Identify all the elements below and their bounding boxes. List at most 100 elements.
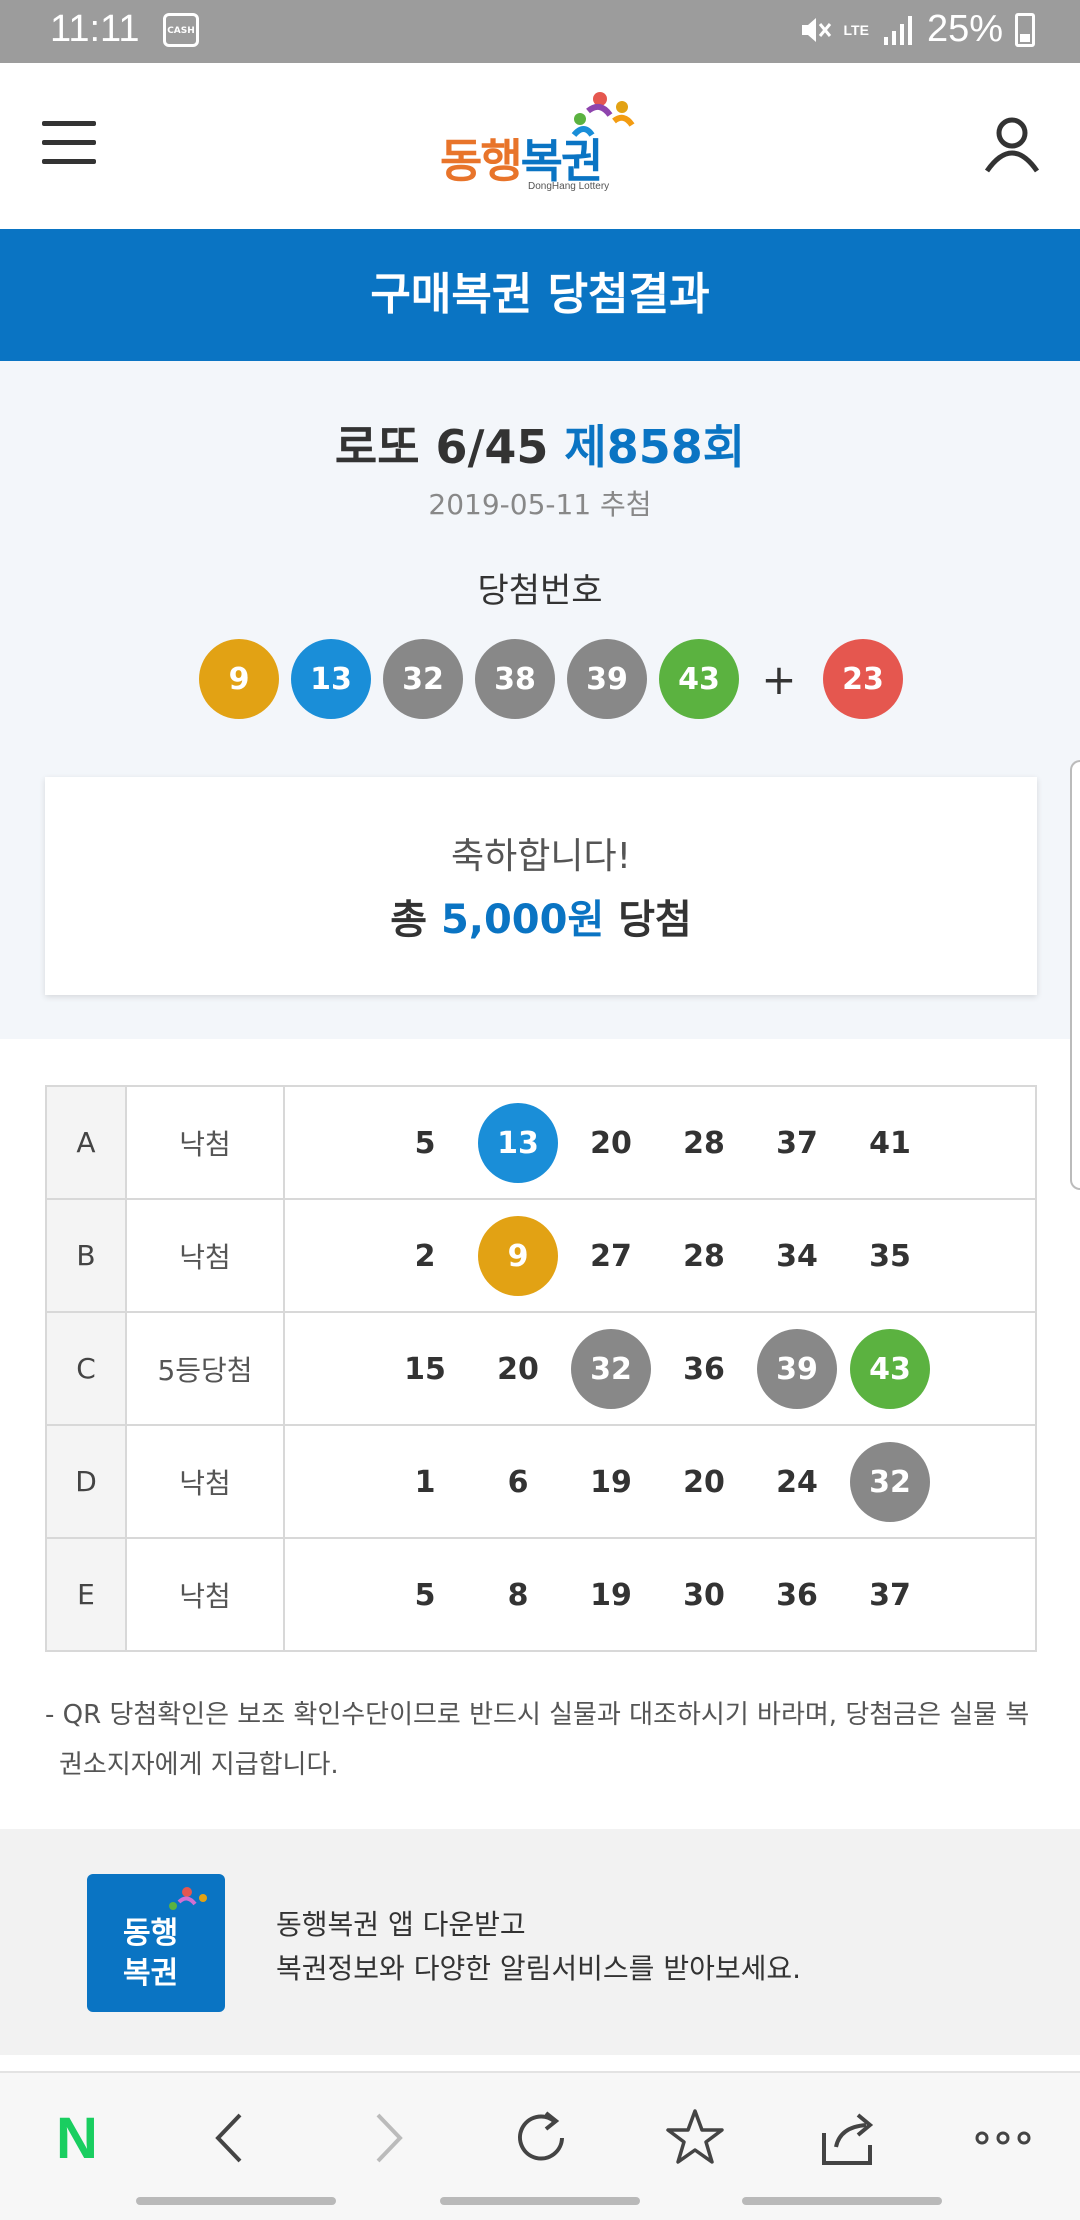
congrats-message: 축하합니다! <box>450 836 632 877</box>
ticket-key: C <box>45 1311 127 1426</box>
ticket-numbers: 5 13 20 28 37 41 <box>283 1085 1037 1200</box>
round-number: 제858회 <box>564 420 746 474</box>
browser-bottom-bar: N <box>0 2071 1080 2220</box>
app-logo-line: 동행 <box>123 1916 179 1951</box>
menu-icon[interactable] <box>42 119 98 169</box>
cash-icon: CASH <box>163 13 199 47</box>
ticket-number: 28 <box>683 1125 725 1161</box>
ticket-number: 19 <box>590 1577 632 1613</box>
ticket-table: A 낙첨 5 13 20 28 37 41 B 낙첨 2 9 27 28 34 35 C 5등당첨 15 20 32 36… <box>45 1085 1037 1652</box>
ticket-key: E <box>45 1537 127 1652</box>
donghang-logo[interactable]: 동행복권 DongHang Lottery <box>440 91 650 201</box>
bonus-ball: 23 <box>823 639 903 719</box>
more-icon[interactable] <box>968 2103 1038 2173</box>
ticket-number: 36 <box>776 1577 818 1613</box>
plus-sign: + <box>761 654 797 704</box>
naver-n-label: N <box>56 2105 98 2171</box>
winning-ball: 43 <box>659 639 739 719</box>
ticket-row: A 낙첨 5 13 20 28 37 41 <box>45 1085 1037 1200</box>
battery-icon <box>1015 12 1035 47</box>
signal-icon <box>883 15 912 45</box>
ticket-row: C 5등당첨 15 20 32 36 39 43 <box>45 1311 1037 1426</box>
promo-text: 동행복권 앱 다운받고 복권정보와 다양한 알림서비스를 받아보세요. <box>276 1903 801 1991</box>
ticket-result: 5등당첨 <box>125 1311 285 1426</box>
reload-icon[interactable] <box>506 2103 576 2173</box>
back-icon[interactable] <box>196 2103 266 2173</box>
ticket-row: E 낙첨 5 8 19 30 36 37 <box>45 1537 1037 1652</box>
total-prize: 총 5,000원 당첨 <box>45 887 1037 945</box>
share-icon[interactable] <box>814 2103 884 2173</box>
status-bar: 11:11 CASH LTE 25% <box>0 0 1080 63</box>
lte-icon: LTE <box>843 21 869 38</box>
notice-text: - QR 당첨확인은 보조 확인수단이므로 반드시 실물과 대조하시기 바라며,… <box>45 1690 1037 1790</box>
ticket-row: D 낙첨 1 6 19 20 24 32 <box>45 1424 1037 1539</box>
side-scroll-handle[interactable] <box>1070 760 1080 1190</box>
ticket-numbers: 1 6 19 20 24 32 <box>283 1424 1037 1539</box>
draw-result-section: 로또 6/45 제858회 2019-05-11 추첨 당첨번호 9 13 32… <box>0 361 1080 1039</box>
ticket-row: B 낙첨 2 9 27 28 34 35 <box>45 1198 1037 1313</box>
winning-ball: 38 <box>475 639 555 719</box>
bookmark-star-icon[interactable] <box>660 2103 730 2173</box>
page-title: 구매복권 당첨결과 <box>0 229 1080 361</box>
total-suffix: 당첨 <box>618 897 692 943</box>
ticket-number: 24 <box>776 1464 818 1500</box>
notice-line: 권소지자에게 지급합니다. <box>59 1750 339 1780</box>
ticket-number: 41 <box>869 1125 911 1161</box>
forward-icon[interactable] <box>352 2103 422 2173</box>
ticket-numbers: 5 8 19 30 36 37 <box>283 1537 1037 1652</box>
winning-ball: 9 <box>199 639 279 719</box>
ticket-numbers: 15 20 32 36 39 43 <box>283 1311 1037 1426</box>
status-right: LTE 25% <box>798 8 1035 51</box>
draw-title: 로또 6/45 제858회 <box>0 411 1080 477</box>
total-prefix: 총 <box>390 897 427 943</box>
ticket-number: 5 <box>414 1577 436 1613</box>
nav-gesture-pill[interactable] <box>440 2197 640 2205</box>
ticket-result: 낙첨 <box>125 1424 285 1539</box>
winning-numbers-label: 당첨번호 <box>477 571 603 611</box>
ticket-result: 낙첨 <box>125 1537 285 1652</box>
ticket-number: 35 <box>869 1238 911 1274</box>
ticket-number: 2 <box>414 1238 436 1274</box>
nav-gesture-pill[interactable] <box>136 2197 336 2205</box>
ticket-number: 1 <box>414 1464 436 1500</box>
ticket-number-matched: 13 <box>478 1103 558 1183</box>
game-name: 로또 6/45 <box>334 420 549 474</box>
ticket-number-matched: 43 <box>850 1329 930 1409</box>
logo-subtitle: DongHang Lottery <box>528 181 610 192</box>
ticket-number: 20 <box>497 1351 539 1387</box>
ticket-number: 37 <box>869 1577 911 1613</box>
ticket-key: D <box>45 1424 127 1539</box>
ticket-key: A <box>45 1085 127 1200</box>
congrats-box: 축하합니다! 총 5,000원 당첨 <box>45 777 1037 995</box>
ticket-number: 27 <box>590 1238 632 1274</box>
ticket-numbers: 2 9 27 28 34 35 <box>283 1198 1037 1313</box>
promo-line: 동행복권 앱 다운받고 <box>276 1908 526 1941</box>
ticket-number-matched: 32 <box>850 1442 930 1522</box>
winning-ball: 13 <box>291 639 371 719</box>
ticket-number-matched: 32 <box>571 1329 651 1409</box>
naver-home-icon[interactable]: N <box>42 2103 112 2173</box>
ticket-result: 낙첨 <box>125 1198 285 1313</box>
total-amount: 5,000원 <box>440 897 605 943</box>
ticket-number: 19 <box>590 1464 632 1500</box>
ticket-number: 15 <box>404 1351 446 1387</box>
ticket-number: 34 <box>776 1238 818 1274</box>
winning-ball: 32 <box>383 639 463 719</box>
ticket-number: 8 <box>507 1577 529 1613</box>
app-promo-banner[interactable]: 동행 복권 동행복권 앱 다운받고 복권정보와 다양한 알림서비스를 받아보세요… <box>0 1829 1080 2055</box>
app-header: 동행복권 DongHang Lottery <box>0 63 1080 229</box>
user-icon[interactable] <box>982 113 1042 173</box>
winning-balls: 9 13 32 38 39 43 + 23 <box>199 639 915 719</box>
nav-gesture-pill[interactable] <box>742 2197 942 2205</box>
draw-date: 2019-05-11 추첨 <box>428 488 652 521</box>
ticket-number: 36 <box>683 1351 725 1387</box>
ticket-number: 37 <box>776 1125 818 1161</box>
ticket-number-matched: 9 <box>478 1216 558 1296</box>
ticket-number: 20 <box>683 1464 725 1500</box>
ticket-number: 30 <box>683 1577 725 1613</box>
winning-ball: 39 <box>567 639 647 719</box>
promo-line: 복권정보와 다양한 알림서비스를 받아보세요. <box>276 1952 802 1985</box>
battery-percent: 25% <box>926 8 1003 50</box>
ticket-number: 6 <box>507 1464 529 1500</box>
ticket-key: B <box>45 1198 127 1313</box>
